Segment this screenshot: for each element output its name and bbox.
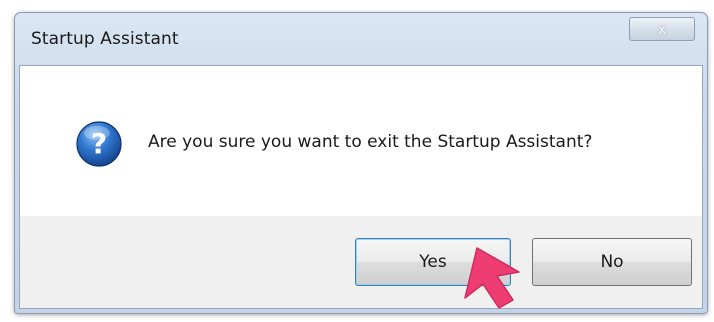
title-bar[interactable]: Startup Assistant x <box>15 13 707 65</box>
pointer-arrow-icon <box>464 247 520 309</box>
dialog-body: ? Are you sure you want to exit the Star… <box>19 65 703 309</box>
no-button[interactable]: No <box>532 238 692 286</box>
close-icon: x <box>657 20 667 38</box>
message-area: ? Are you sure you want to exit the Star… <box>20 66 702 216</box>
confirm-message: Are you sure you want to exit the Startu… <box>148 132 593 152</box>
window-title: Startup Assistant <box>31 29 179 49</box>
close-button[interactable]: x <box>629 17 695 41</box>
svg-text:?: ? <box>91 127 107 160</box>
confirm-dialog: Startup Assistant x ? Are you sure you w… <box>14 12 708 314</box>
question-icon: ? <box>76 121 122 167</box>
